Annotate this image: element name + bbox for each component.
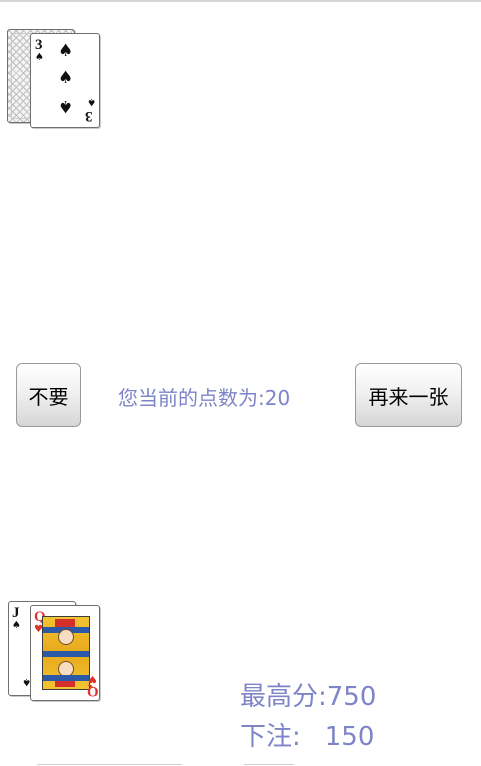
dealer-card-3-spades: 3 ♠ ♠ ♠ ♠ ♠ 3	[30, 33, 100, 128]
spade-icon: ♠	[58, 41, 74, 61]
card-rank-bottom: Q	[87, 683, 99, 699]
card-rank-top: 3	[35, 37, 43, 53]
bet-label: 下注:	[240, 722, 301, 752]
high-score: 最高分:750	[240, 680, 376, 714]
card-rank-bottom: 3	[85, 108, 93, 124]
heart-icon: ♥	[88, 673, 97, 684]
top-divider	[0, 0, 481, 2]
queen-portrait-icon	[42, 616, 90, 690]
clipped-text-edge	[244, 764, 294, 765]
clipped-element-edge	[37, 764, 182, 765]
bet-value: 150	[324, 722, 375, 752]
spade-icon: ♠	[87, 96, 96, 107]
hit-button[interactable]: 再来一张	[355, 363, 462, 427]
high-score-label: 最高分:	[240, 682, 327, 712]
spade-icon: ♠	[58, 96, 74, 116]
current-points-text: 您当前的点数为:20	[118, 386, 291, 410]
spade-icon: ♠	[12, 620, 21, 631]
player-card-q-hearts: Q ♥ ♥ Q	[30, 605, 100, 701]
bet: 下注: 150	[240, 720, 374, 754]
card-rank-top: J	[12, 605, 20, 621]
spade-icon: ♠	[35, 52, 44, 63]
high-score-value: 750	[326, 682, 377, 712]
spade-icon: ♠	[58, 68, 74, 88]
stand-button[interactable]: 不要	[16, 363, 81, 427]
